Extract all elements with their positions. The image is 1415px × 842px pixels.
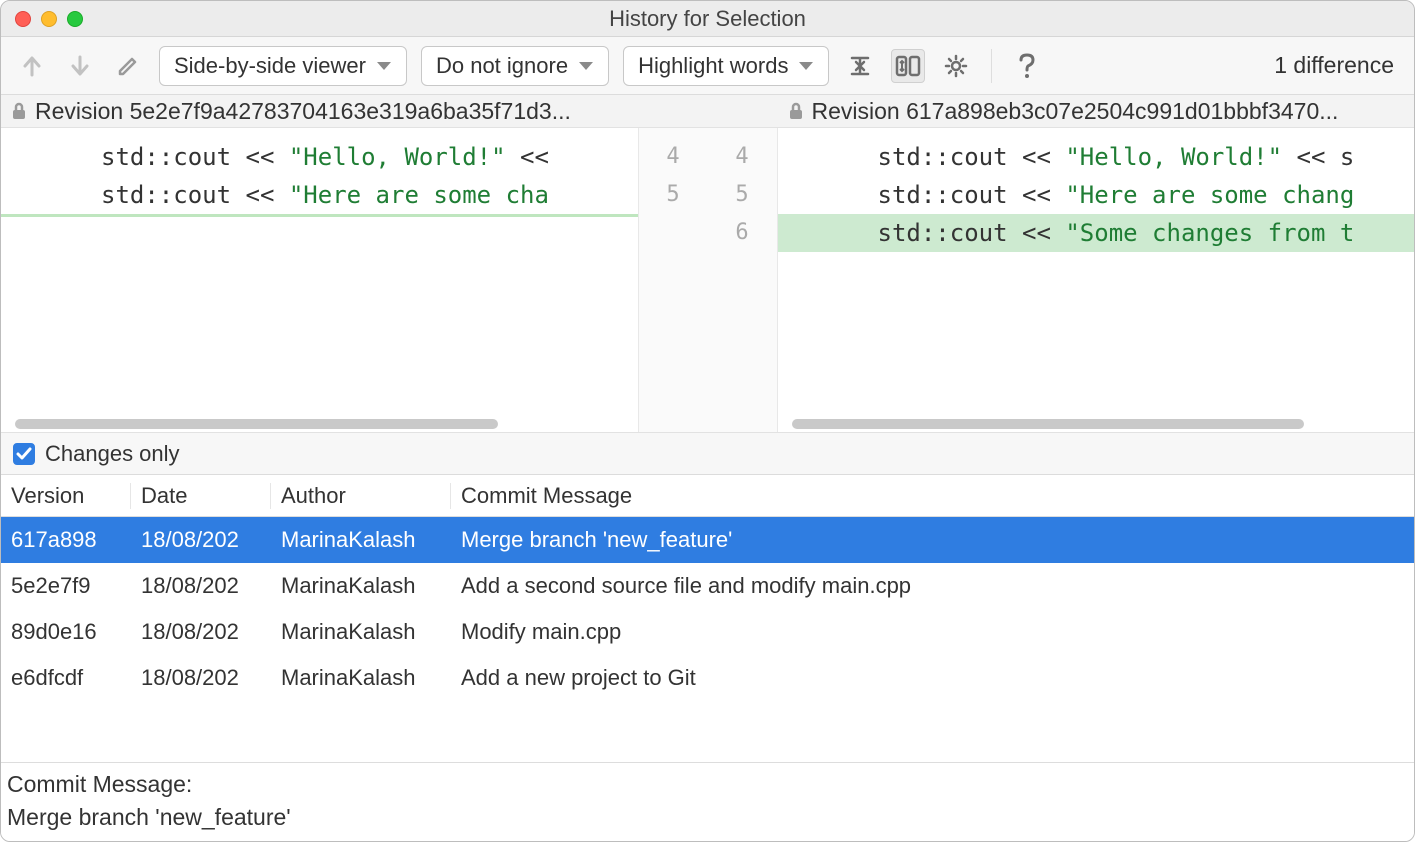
ignore-label: Do not ignore — [436, 53, 568, 79]
right-revision-text: Revision 617a898eb3c07e2504c991d01bbbf34… — [812, 98, 1339, 125]
cell-message: Merge branch 'new_feature' — [451, 527, 1414, 553]
prev-diff-icon[interactable] — [15, 49, 49, 83]
diff-toolbar: Side-by-side viewer Do not ignore Highli… — [1, 37, 1414, 95]
table-header: Version Date Author Commit Message — [1, 475, 1414, 517]
toolbar-separator — [991, 49, 992, 83]
col-author[interactable]: Author — [271, 483, 451, 509]
left-revision-label: Revision 5e2e7f9a42783704163e319a6ba35f7… — [1, 95, 638, 127]
line-number: 5 — [639, 176, 708, 214]
table-row[interactable]: e6dfcdf18/08/202MarinaKalashAdd a new pr… — [1, 655, 1414, 701]
view-mode-dropdown[interactable]: Side-by-side viewer — [159, 46, 407, 86]
cell-version: 5e2e7f9 — [1, 573, 131, 599]
insertion-marker — [1, 214, 638, 217]
commit-message-label: Commit Message: — [1, 763, 1414, 800]
lock-icon — [11, 102, 27, 120]
col-date[interactable]: Date — [131, 483, 271, 509]
cell-date: 18/08/202 — [131, 527, 271, 553]
commit-message-panel: Commit Message: Merge branch 'new_featur… — [1, 762, 1414, 841]
view-mode-label: Side-by-side viewer — [174, 53, 366, 79]
revision-headers: Revision 5e2e7f9a42783704163e319a6ba35f7… — [1, 95, 1414, 127]
cell-date: 18/08/202 — [131, 619, 271, 645]
history-window: History for Selection Side-by-side viewe… — [0, 0, 1415, 842]
close-window-button[interactable] — [15, 11, 31, 27]
code-line[interactable]: std::cout << "Hello, World!" << s — [778, 138, 1415, 176]
table-row[interactable]: 617a89818/08/202MarinaKalashMerge branch… — [1, 517, 1414, 563]
changes-only-checkbox[interactable] — [13, 443, 35, 465]
left-horizontal-scrollbar[interactable] — [1, 416, 638, 432]
code-line[interactable]: std::cout << "Some changes from t — [778, 214, 1415, 252]
cell-author: MarinaKalash — [271, 619, 451, 645]
cell-author: MarinaKalash — [271, 573, 451, 599]
right-revision-label: Revision 617a898eb3c07e2504c991d01bbbf34… — [778, 95, 1415, 127]
right-horizontal-scrollbar[interactable] — [778, 416, 1415, 432]
window-title: History for Selection — [1, 6, 1414, 32]
line-number-gutters: 45 456 — [638, 128, 778, 432]
cell-version: e6dfcdf — [1, 665, 131, 691]
highlight-dropdown[interactable]: Highlight words — [623, 46, 829, 86]
cell-message: Modify main.cpp — [451, 619, 1414, 645]
chevron-down-icon — [578, 61, 594, 71]
code-line[interactable]: std::cout << "Here are some chang — [778, 176, 1415, 214]
left-revision-text: Revision 5e2e7f9a42783704163e319a6ba35f7… — [35, 98, 571, 125]
title-bar: History for Selection — [1, 1, 1414, 37]
line-number: 5 — [708, 176, 777, 214]
edit-icon[interactable] — [111, 49, 145, 83]
history-table: Version Date Author Commit Message 617a8… — [1, 475, 1414, 762]
table-row[interactable]: 89d0e1618/08/202MarinaKalashModify main.… — [1, 609, 1414, 655]
commit-message-value: Merge branch 'new_feature' — [1, 800, 1414, 841]
cell-date: 18/08/202 — [131, 665, 271, 691]
cell-author: MarinaKalash — [271, 665, 451, 691]
chevron-down-icon — [798, 61, 814, 71]
ignore-dropdown[interactable]: Do not ignore — [421, 46, 609, 86]
code-line[interactable]: std::cout << "Hello, World!" << — [1, 138, 638, 176]
cell-message: Add a new project to Git — [451, 665, 1414, 691]
line-number: 4 — [708, 138, 777, 176]
highlight-label: Highlight words — [638, 53, 788, 79]
cell-message: Add a second source file and modify main… — [451, 573, 1414, 599]
cell-date: 18/08/202 — [131, 573, 271, 599]
zoom-window-button[interactable] — [67, 11, 83, 27]
cell-version: 617a898 — [1, 527, 131, 553]
cell-version: 89d0e16 — [1, 619, 131, 645]
line-number: 6 — [708, 214, 777, 252]
settings-gear-icon[interactable] — [939, 49, 973, 83]
collapse-unchanged-icon[interactable] — [843, 49, 877, 83]
lock-icon — [788, 102, 804, 120]
vertical-scrollbar[interactable] — [1398, 132, 1412, 392]
right-code-pane[interactable]: std::cout << "Hello, World!" << sstd::co… — [778, 128, 1415, 432]
changes-only-label: Changes only — [45, 441, 180, 467]
chevron-down-icon — [376, 61, 392, 71]
sync-scroll-icon[interactable] — [891, 49, 925, 83]
next-diff-icon[interactable] — [63, 49, 97, 83]
diff-count: 1 difference — [1274, 52, 1400, 79]
left-code-pane[interactable]: std::cout << "Hello, World!" <<std::cout… — [1, 128, 638, 432]
col-version[interactable]: Version — [1, 483, 131, 509]
cell-author: MarinaKalash — [271, 527, 451, 553]
line-number: 4 — [639, 138, 708, 176]
code-line[interactable]: std::cout << "Here are some cha — [1, 176, 638, 214]
changes-only-row: Changes only — [1, 433, 1414, 475]
table-row[interactable]: 5e2e7f918/08/202MarinaKalashAdd a second… — [1, 563, 1414, 609]
col-message[interactable]: Commit Message — [451, 483, 1414, 509]
diff-area: std::cout << "Hello, World!" <<std::cout… — [1, 127, 1414, 433]
minimize-window-button[interactable] — [41, 11, 57, 27]
help-icon[interactable] — [1010, 49, 1044, 83]
